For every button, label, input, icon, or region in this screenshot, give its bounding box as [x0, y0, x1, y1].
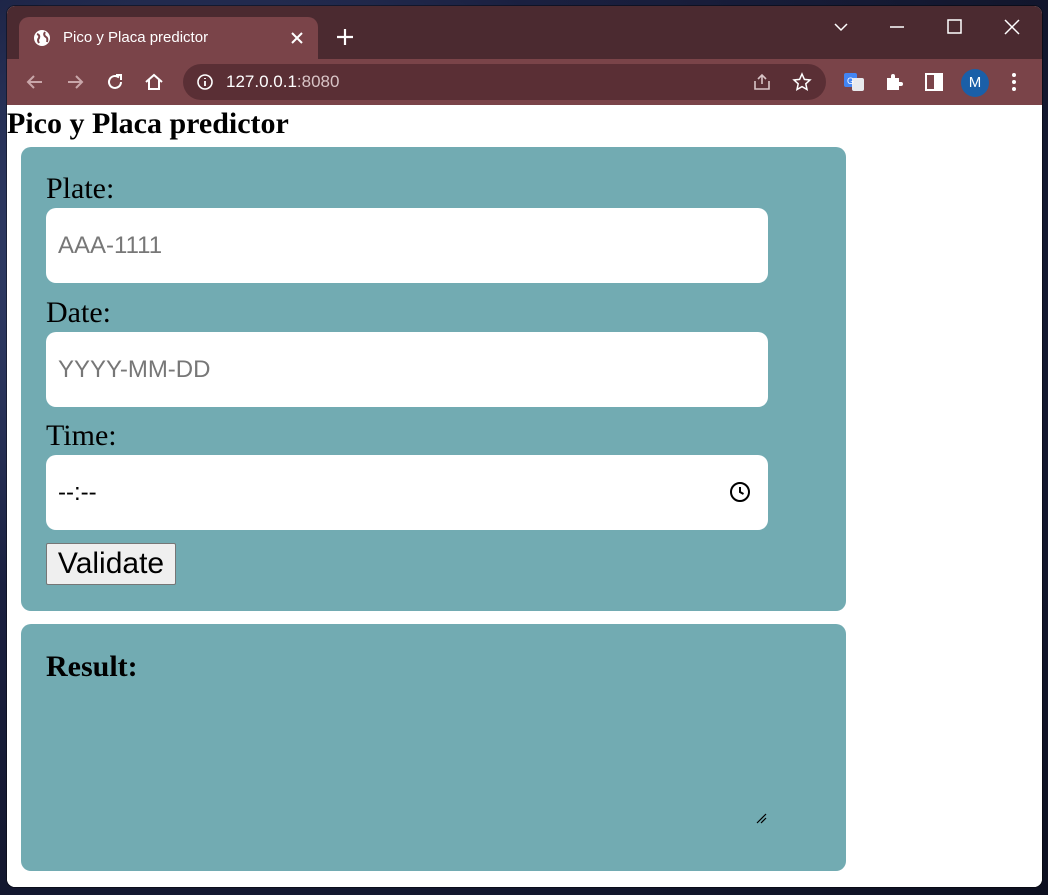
predictor-form: Plate: AAA-1111 Date: YYYY-MM-DD Time: -…	[21, 147, 846, 611]
browser-tab[interactable]: Pico y Placa predictor	[19, 17, 318, 59]
chevron-down-icon[interactable]	[830, 16, 852, 38]
time-value: --:--	[58, 479, 97, 506]
extensions-icon[interactable]	[883, 71, 905, 93]
page-title: Pico y Placa predictor	[7, 107, 289, 140]
tab-title: Pico y Placa predictor	[63, 29, 209, 46]
result-text[interactable]	[46, 694, 768, 824]
resize-handle-icon[interactable]	[755, 812, 767, 824]
url-port: :8080	[296, 72, 340, 91]
minimize-icon[interactable]	[886, 16, 908, 38]
url-text: 127.0.0.1:8080	[226, 72, 339, 92]
date-input[interactable]: YYYY-MM-DD	[46, 332, 768, 407]
plate-label: Plate:	[46, 172, 115, 205]
home-icon[interactable]	[143, 71, 165, 93]
plate-input[interactable]: AAA-1111	[46, 208, 768, 283]
translate-icon[interactable]: G	[843, 71, 865, 93]
maximize-icon[interactable]	[944, 16, 966, 38]
result-panel: Result:	[21, 624, 846, 871]
url-host: 127.0.0.1	[226, 72, 297, 91]
browser-window: Pico y Placa predictor 127.0.0.1:8080 G …	[7, 6, 1042, 887]
plus-icon[interactable]	[335, 27, 355, 47]
sidepanel-icon[interactable]	[923, 71, 945, 93]
star-icon[interactable]	[792, 72, 812, 92]
menu-icon[interactable]	[1003, 71, 1025, 93]
avatar[interactable]: M	[961, 69, 989, 97]
reload-icon[interactable]	[104, 71, 126, 93]
result-title: Result:	[46, 650, 138, 683]
tab-strip: Pico y Placa predictor	[7, 6, 1042, 59]
globe-icon	[34, 30, 50, 46]
share-icon[interactable]	[752, 72, 772, 92]
date-label: Date:	[46, 296, 111, 329]
close-icon[interactable]	[288, 29, 306, 47]
address-bar[interactable]: 127.0.0.1:8080	[183, 64, 826, 100]
window-close-icon[interactable]	[1001, 16, 1023, 38]
browser-toolbar: 127.0.0.1:8080 G M	[7, 59, 1042, 105]
info-icon[interactable]	[196, 73, 214, 91]
clock-icon[interactable]	[728, 480, 752, 504]
time-input[interactable]: --:--	[46, 455, 768, 530]
forward-icon[interactable]	[64, 71, 86, 93]
back-icon[interactable]	[24, 71, 46, 93]
page-content: Pico y Placa predictor Plate: AAA-1111 D…	[7, 105, 1042, 887]
svg-text:G: G	[847, 76, 854, 86]
time-label: Time:	[46, 419, 117, 452]
validate-button[interactable]: Validate	[46, 543, 176, 585]
